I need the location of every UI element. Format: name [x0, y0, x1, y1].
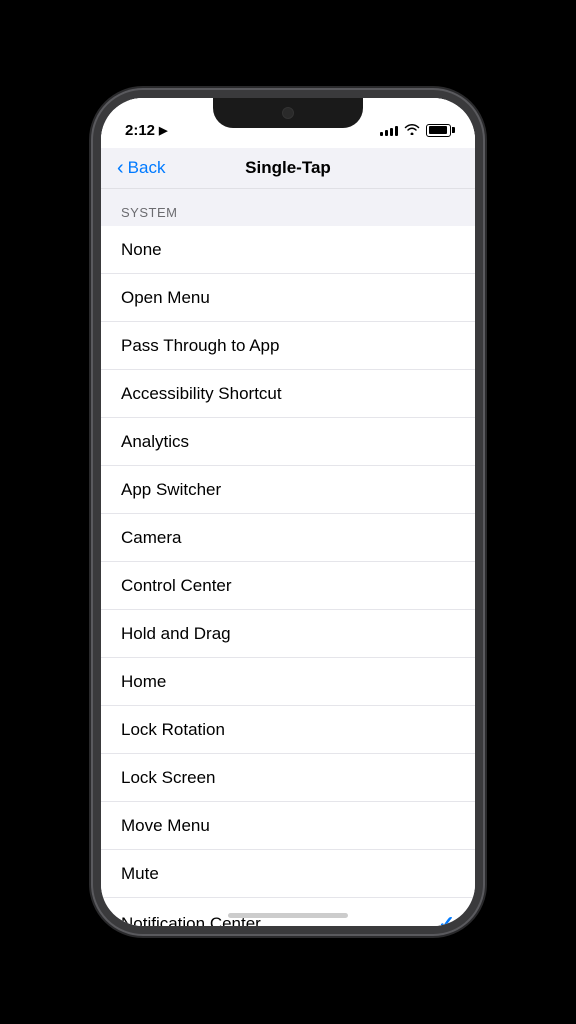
- list-item-accessibility-shortcut[interactable]: Accessibility Shortcut: [101, 370, 475, 418]
- location-icon: ▶: [159, 124, 167, 137]
- list-item-lock-rotation[interactable]: Lock Rotation: [101, 706, 475, 754]
- wifi-icon: [404, 123, 420, 138]
- signal-bar-4: [395, 126, 398, 136]
- front-camera: [282, 107, 294, 119]
- list-item[interactable]: None: [101, 226, 475, 274]
- phone-frame: 2:12 ▶: [93, 90, 483, 934]
- signal-bars: [380, 124, 398, 136]
- back-label: Back: [128, 158, 166, 178]
- content-area[interactable]: SYSTEM None Open Menu Pass Through to Ap…: [101, 189, 475, 926]
- status-icons: [380, 123, 451, 138]
- section-header: SYSTEM: [101, 189, 475, 226]
- options-list: None Open Menu Pass Through to App Acces…: [101, 226, 475, 926]
- list-item-move-menu[interactable]: Move Menu: [101, 802, 475, 850]
- battery-icon: [426, 124, 451, 137]
- battery-fill: [429, 126, 447, 134]
- list-item[interactable]: Pass Through to App: [101, 322, 475, 370]
- screen: 2:12 ▶: [101, 98, 475, 926]
- list-item-lock-screen[interactable]: Lock Screen: [101, 754, 475, 802]
- signal-bar-3: [390, 128, 393, 136]
- list-item-hold-and-drag[interactable]: Hold and Drag: [101, 610, 475, 658]
- page-title: Single-Tap: [245, 158, 331, 178]
- signal-bar-2: [385, 130, 388, 136]
- home-indicator: [228, 913, 348, 918]
- list-item-app-switcher[interactable]: App Switcher: [101, 466, 475, 514]
- list-item-control-center[interactable]: Control Center: [101, 562, 475, 610]
- list-item-analytics[interactable]: Analytics: [101, 418, 475, 466]
- list-item[interactable]: Open Menu: [101, 274, 475, 322]
- list-item-home[interactable]: Home: [101, 658, 475, 706]
- signal-bar-1: [380, 132, 383, 136]
- status-time: 2:12 ▶: [125, 122, 168, 139]
- list-item-camera[interactable]: Camera: [101, 514, 475, 562]
- checkmark-icon: ✓: [438, 911, 455, 926]
- back-button[interactable]: ‹ Back: [117, 158, 165, 178]
- nav-bar: ‹ Back Single-Tap: [101, 148, 475, 189]
- list-item-mute[interactable]: Mute: [101, 850, 475, 898]
- back-chevron-icon: ‹: [117, 158, 124, 178]
- notch: [213, 98, 363, 128]
- list-item-notification-center[interactable]: Notification Center ✓: [101, 898, 475, 926]
